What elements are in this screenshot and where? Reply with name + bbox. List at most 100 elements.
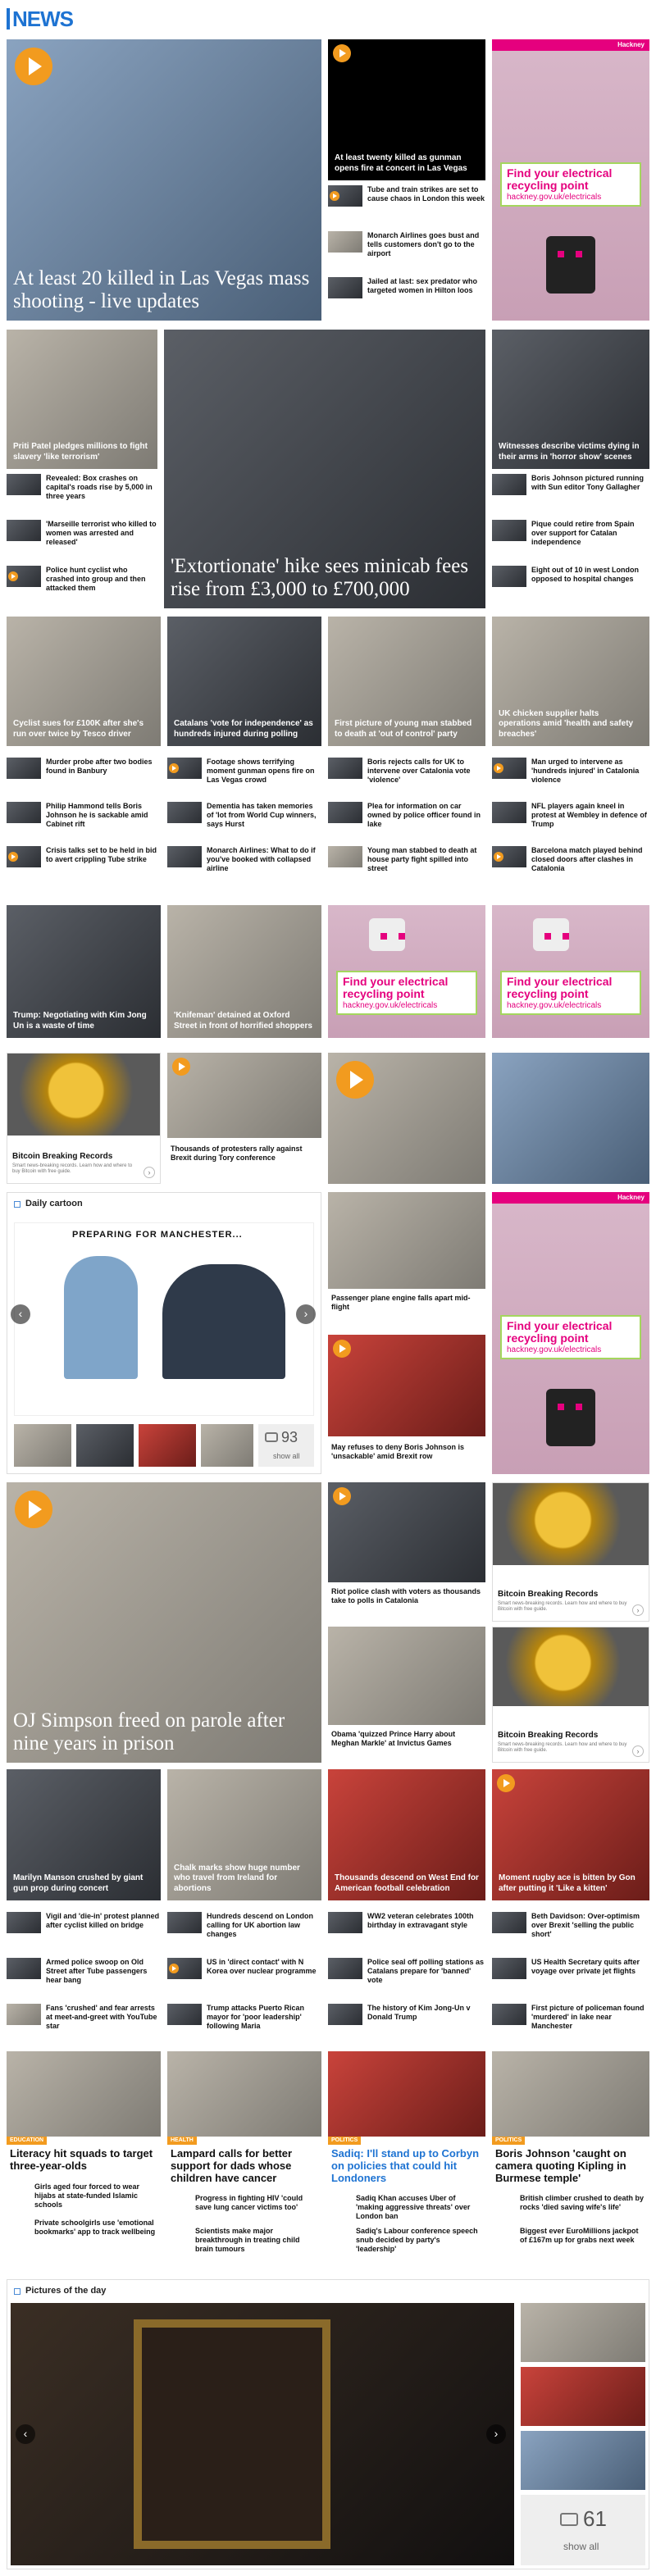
list-item[interactable]: Dementia has taken memories of 'lot from…: [167, 802, 321, 835]
story-card[interactable]: Passenger plane engine falls apart mid-f…: [328, 1192, 485, 1331]
list-item[interactable]: Boris Johnson pictured running with Sun …: [492, 474, 649, 507]
list-item[interactable]: Footage shows terrifying moment gunman o…: [167, 758, 321, 790]
story-tile[interactable]: Catalans 'vote for independence' as hund…: [167, 617, 321, 746]
list-item[interactable]: NFL players again kneel in protest at We…: [492, 802, 649, 835]
list-item[interactable]: Jailed at last: sex predator who targete…: [328, 277, 485, 310]
list-item[interactable]: Barcelona match played behind closed doo…: [492, 846, 649, 879]
story-tile[interactable]: Priti Patel pledges millions to fight sl…: [7, 330, 157, 469]
story-tile[interactable]: Thousands descend on West End for Americ…: [328, 1769, 485, 1900]
ad-box: Find your electrical recycling point hack…: [500, 162, 641, 207]
bitcoin-ad[interactable]: Bitcoin Breaking Records Smart news-brea…: [492, 1627, 649, 1763]
story-tile[interactable]: Trump: Negotiating with Kim Jong Un is a…: [7, 905, 161, 1038]
list-item[interactable]: Eight out of 10 in west London opposed t…: [492, 566, 649, 598]
card-subitem[interactable]: Biggest ever EuroMillions jackpot of £16…: [520, 2227, 646, 2245]
list-item[interactable]: Plea for information on car owned by pol…: [328, 802, 485, 835]
hackney-ad-small[interactable]: Find your electrical recycling point hack…: [328, 905, 485, 1038]
list-item[interactable]: Fans 'crushed' and fear arrests at meet-…: [7, 2004, 161, 2037]
col2-lead[interactable]: At least twenty killed as gunman opens f…: [328, 39, 485, 180]
chevron-right-icon[interactable]: ›: [296, 1304, 316, 1324]
chevron-right-icon: ›: [632, 1604, 644, 1616]
card-subitem[interactable]: British climber crushed to death by rock…: [520, 2194, 646, 2212]
list-item[interactable]: WW2 veteran celebrates 100th birthday in…: [328, 1912, 485, 1945]
show-all-button[interactable]: 93 show all: [258, 1424, 314, 1467]
thumbnail[interactable]: [521, 2367, 645, 2426]
bitcoin-ad[interactable]: Bitcoin Breaking Records Smart news-brea…: [492, 1482, 649, 1622]
card-title: Boris Johnson 'caught on camera quoting …: [495, 2147, 626, 2184]
thumbnail[interactable]: [521, 2303, 645, 2362]
video-tile[interactable]: [328, 1053, 485, 1184]
camera-icon: [265, 1432, 278, 1442]
chevron-left-icon[interactable]: ‹: [11, 1304, 30, 1324]
oj-story[interactable]: OJ Simpson freed on parole after nine ye…: [7, 1482, 321, 1763]
cartoon-image[interactable]: PREPARING FOR MANCHESTER...: [14, 1222, 314, 1416]
bitcoin-ad[interactable]: Bitcoin Breaking Records Smart news-brea…: [7, 1053, 161, 1184]
list-item[interactable]: Boris rejects calls for UK to intervene …: [328, 758, 485, 790]
card-subitem[interactable]: Progress in fighting HIV 'could save lun…: [195, 2194, 318, 2212]
story-tile[interactable]: Marilyn Manson crushed by giant gun prop…: [7, 1769, 161, 1900]
story-tile[interactable]: Cyclist sues for £100K after she's run o…: [7, 617, 161, 746]
list-item[interactable]: Young man stabbed to death at house part…: [328, 846, 485, 879]
story-tile[interactable]: First picture of young man stabbed to de…: [328, 617, 485, 746]
hero-story[interactable]: At least 20 killed in Las Vegas mass sho…: [7, 39, 321, 321]
camera-icon: [560, 2513, 578, 2526]
thumbnail[interactable]: [139, 1424, 196, 1467]
list-item[interactable]: Tube and train strikes are set to cause …: [328, 185, 485, 218]
chevron-left-icon[interactable]: ‹: [16, 2424, 35, 2444]
logo-text: NEWS: [12, 7, 74, 31]
list-item[interactable]: 'Marseille terrorist who killed to women…: [7, 520, 157, 553]
section-card[interactable]: EDUCATION Literacy hit squads to target …: [7, 2051, 161, 2264]
list-item[interactable]: Murder probe after two bodies found in B…: [7, 758, 161, 790]
story-tile[interactable]: Moment rugby ace is bitten by Gon after …: [492, 1769, 649, 1900]
list-item[interactable]: US in 'direct contact' with N Korea over…: [167, 1958, 321, 1991]
play-icon: [8, 852, 18, 862]
thumbnail[interactable]: [76, 1424, 134, 1467]
section-card[interactable]: HEALTH Lampard calls for better support …: [167, 2051, 321, 2264]
card-subitem[interactable]: Sadiq Khan accuses Uber of 'making aggre…: [356, 2194, 482, 2220]
thumbnail[interactable]: [521, 2431, 645, 2490]
story-tile[interactable]: UK chicken supplier halts operations ami…: [492, 617, 649, 746]
list-item[interactable]: Monarch Airlines goes bust and tells cus…: [328, 231, 485, 264]
list-item[interactable]: Trump attacks Puerto Rican mayor for 'po…: [167, 2004, 321, 2037]
card-subitem[interactable]: Private schoolgirls use 'emotional bookm…: [34, 2219, 157, 2237]
pictures-panel: Pictures of the day ‹ › 61 show all: [7, 2279, 649, 2569]
card-subitem[interactable]: Scientists make major breakthrough in tr…: [195, 2227, 318, 2253]
show-all-button[interactable]: 61 show all: [521, 2495, 645, 2565]
list-item[interactable]: Beth Davidson: Over-optimism over Brexit…: [492, 1912, 649, 1945]
list-item[interactable]: US Health Secretary quits after voyage o…: [492, 1958, 649, 1991]
list-item[interactable]: Philip Hammond tells Boris Johnson he is…: [7, 802, 161, 835]
list-item[interactable]: Police seal off polling stations as Cata…: [328, 1958, 485, 1991]
thumbnail: [328, 2051, 485, 2137]
list-item[interactable]: Monarch Airlines: What to do if you've b…: [167, 846, 321, 879]
list-item[interactable]: Police hunt cyclist who crashed into gro…: [7, 566, 157, 598]
story-card[interactable]: Thousands of protesters rally against Br…: [167, 1053, 321, 1184]
list-item[interactable]: Crisis talks set to be held in bid to av…: [7, 846, 161, 879]
thumbnail[interactable]: [201, 1424, 253, 1467]
chevron-right-icon[interactable]: ›: [486, 2424, 506, 2444]
list-item[interactable]: Hundreds descend on London calling for U…: [167, 1912, 321, 1945]
hackney-ad-small[interactable]: Find your electrical recycling point hack…: [492, 905, 649, 1038]
card-subitem[interactable]: Girls aged four forced to wear hijabs at…: [34, 2182, 157, 2209]
list-item[interactable]: First picture of policeman found 'murder…: [492, 2004, 649, 2037]
card-subitem[interactable]: Sadiq's Labour conference speech snub de…: [356, 2227, 482, 2253]
list-item[interactable]: The history of Kim Jong-Un v Donald Trum…: [328, 2004, 485, 2037]
hackney-ad[interactable]: Hackney Find your electrical recycling p…: [492, 39, 649, 321]
pictures-main-image[interactable]: [11, 2303, 514, 2565]
list-item[interactable]: Revealed: Box crashes on capital's roads…: [7, 474, 157, 507]
hackney-ad[interactable]: Hackney Find your electrical recycling p…: [492, 1192, 649, 1474]
story-tile[interactable]: Witnesses describe victims dying in thei…: [492, 330, 649, 469]
section-card[interactable]: POLITICS Boris Johnson 'caught on camera…: [492, 2051, 649, 2264]
story-card[interactable]: May refuses to deny Boris Johnson is 'un…: [328, 1335, 485, 1474]
story-card[interactable]: Riot police clash with voters as thousan…: [328, 1482, 485, 1622]
center-story[interactable]: 'Extortionate' hike sees minicab fees ri…: [164, 330, 485, 608]
list-item[interactable]: Man urged to intervene as 'hundreds inju…: [492, 758, 649, 790]
list-item[interactable]: Vigil and 'die-in' protest planned after…: [7, 1912, 161, 1945]
list-item[interactable]: Pique could retire from Spain over suppo…: [492, 520, 649, 553]
thumbnail[interactable]: [14, 1424, 71, 1467]
section-card[interactable]: POLITICS Sadiq: I'll stand up to Corbyn …: [328, 2051, 485, 2264]
list-item[interactable]: Armed police swoop on Old Street after T…: [7, 1958, 161, 1991]
story-tile[interactable]: 'Knifeman' detained at Oxford Street in …: [167, 905, 321, 1038]
thumbnail: [7, 2004, 41, 2025]
photo-tile[interactable]: [492, 1053, 649, 1184]
story-card[interactable]: Obama 'quizzed Prince Harry about Meghan…: [328, 1627, 485, 1763]
story-tile[interactable]: Chalk marks show huge number who travel …: [167, 1769, 321, 1900]
